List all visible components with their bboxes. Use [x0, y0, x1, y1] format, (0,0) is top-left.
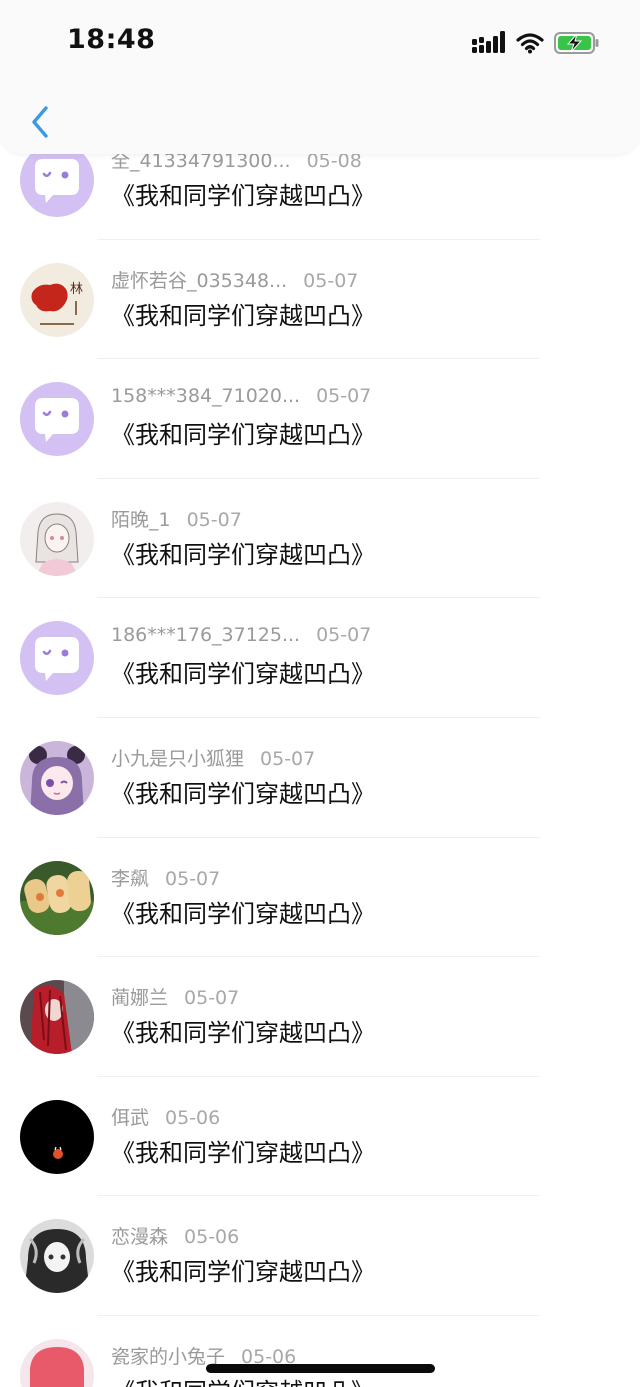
back-button[interactable] — [20, 100, 60, 144]
message-date: 05-07 — [303, 269, 359, 292]
sender-name: 李飙 — [111, 867, 150, 890]
list-item[interactable]: 佴武 05-06 《我和同学们穿越凹凸》 — [0, 1077, 640, 1197]
sender-name: 蔺娜兰 — [111, 987, 169, 1010]
message-text: 《我和同学们穿越凹凸》 — [111, 1138, 375, 1167]
sender-name: 全_41334791300... — [111, 154, 291, 172]
message-list[interactable]: 全_41334791300... 05-08 《我和同学们穿越凹凸》 林 虚怀若谷… — [0, 154, 640, 1387]
avatar[interactable] — [20, 980, 94, 1055]
chevron-left-icon — [32, 106, 48, 138]
sender-name: 186***176_37125... — [111, 624, 301, 647]
list-item[interactable]: 林 虚怀若谷_035348... 05-07 《我和同学们穿越凹凸》 — [0, 240, 640, 360]
message-text: 《我和同学们穿越凹凸》 — [111, 660, 375, 689]
anime-sketch-image — [20, 501, 94, 576]
red-hair-image — [20, 980, 94, 1055]
list-item[interactable]: 瓷家的小兔子05-06 《我和同学们穿越凹凸》 — [0, 1316, 640, 1387]
ghost-chat-icon — [20, 154, 94, 217]
message-date: 05-08 — [306, 154, 362, 172]
anime-purple-image — [20, 740, 94, 815]
avatar[interactable]: 林 — [20, 262, 94, 337]
list-item[interactable]: 小九是只小狐狸 05-07 《我和同学们穿越凹凸》 — [0, 718, 640, 838]
battery-charging-icon — [554, 32, 599, 54]
signal-icon — [472, 31, 505, 53]
message-text: 《我和同学们穿越凹凸》 — [111, 540, 375, 569]
message-text: 《我和同学们穿越凹凸》 — [111, 421, 375, 450]
message-text: 《我和同学们穿越凹凸》 — [111, 899, 375, 928]
sender-name: 恋漫森 — [111, 1226, 169, 1249]
svg-text:林: 林 — [70, 282, 83, 297]
list-item[interactable]: 186***176_37125... 05-07 《我和同学们穿越凹凸》 — [0, 598, 640, 718]
sender-name: 158***384_71020... — [111, 385, 301, 408]
message-text: 《我和同学们穿越凹凸》 — [111, 1258, 375, 1287]
avatar[interactable] — [20, 621, 94, 696]
avatar[interactable] — [20, 740, 94, 815]
message-date: 05-07 — [260, 747, 316, 770]
list-item[interactable]: 恋漫森 05-06 《我和同学们穿越凹凸》 — [0, 1196, 640, 1316]
avatar[interactable] — [20, 382, 94, 457]
pink-anime-image — [20, 1338, 94, 1387]
message-date: 05-07 — [184, 987, 240, 1010]
list-item[interactable]: 蔺娜兰 05-07 《我和同学们穿越凹凸》 — [0, 957, 640, 1077]
avatar[interactable] — [20, 1219, 94, 1294]
avatar[interactable] — [20, 501, 94, 576]
list-item[interactable]: 158***384_71020... 05-07 《我和同学们穿越凹凸》 — [0, 359, 640, 479]
map-calligraphy-image: 林 — [20, 262, 94, 337]
black-image — [20, 1099, 94, 1174]
list-item[interactable]: 李飙 05-07 《我和同学们穿越凹凸》 — [0, 838, 640, 958]
list-item[interactable]: 全_41334791300... 05-08 《我和同学们穿越凹凸》 — [0, 154, 640, 240]
top-bar: 18:48 — [0, 0, 640, 154]
message-text: 《我和同学们穿越凹凸》 — [111, 1372, 375, 1387]
ghost-chat-icon — [20, 621, 94, 696]
message-date: 05-06 — [184, 1226, 240, 1249]
mono-anime-image — [20, 1219, 94, 1294]
sender-name: 虚怀若谷_035348... — [111, 269, 288, 292]
home-indicator[interactable] — [206, 1364, 435, 1373]
avatar[interactable] — [20, 154, 94, 217]
message-text: 《我和同学们穿越凹凸》 — [111, 182, 375, 210]
avatar[interactable] — [20, 860, 94, 935]
sender-name: 陌晚_1 — [111, 508, 171, 531]
wifi-icon — [516, 33, 544, 54]
status-icons — [472, 28, 600, 58]
message-text: 《我和同学们穿越凹凸》 — [111, 301, 375, 330]
message-text: 《我和同学们穿越凹凸》 — [111, 779, 375, 808]
message-date: 05-07 — [165, 867, 221, 890]
status-time: 18:48 — [67, 24, 156, 55]
avatar[interactable] — [20, 1099, 94, 1174]
message-date: 05-07 — [316, 624, 372, 647]
message-date: 05-07 — [316, 385, 372, 408]
ghost-chat-icon — [20, 382, 94, 457]
sender-name: 佴武 — [111, 1106, 150, 1129]
message-date: 05-07 — [186, 508, 242, 531]
message-date: 05-06 — [165, 1106, 221, 1129]
food-image — [20, 860, 94, 935]
message-text: 《我和同学们穿越凹凸》 — [111, 1019, 375, 1048]
sender-name: 小九是只小狐狸 — [111, 747, 245, 770]
avatar[interactable] — [20, 1338, 94, 1387]
list-item[interactable]: 陌晚_1 05-07 《我和同学们穿越凹凸》 — [0, 479, 640, 599]
